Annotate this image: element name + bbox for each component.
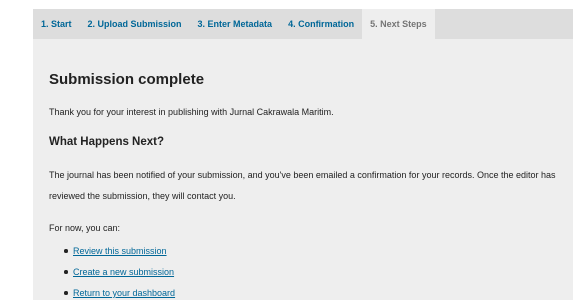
next-steps-heading: What Happens Next? — [49, 136, 165, 148]
create-submission-link[interactable]: Create a new submission — [73, 267, 174, 277]
next-steps-description: The journal has been notified of your su… — [49, 170, 556, 201]
wizard-tab-bar: 1. Start 2. Upload Submission 3. Enter M… — [33, 9, 573, 39]
tab-start[interactable]: 1. Start — [33, 9, 80, 39]
tab-confirmation[interactable]: 4. Confirmation — [280, 9, 362, 39]
list-item: Return to your dashboard — [49, 287, 175, 308]
page-title: Submission complete — [49, 71, 205, 88]
for-now-text: For now, you can: — [49, 223, 121, 233]
list-item: Create a new submission — [49, 266, 175, 287]
return-dashboard-link[interactable]: Return to your dashboard — [73, 288, 175, 298]
tab-next-steps[interactable]: 5. Next Steps — [362, 9, 435, 39]
review-submission-link[interactable]: Review this submission — [73, 246, 167, 256]
thank-you-text: Thank you for your interest in publishin… — [49, 107, 334, 117]
page: 1. Start 2. Upload Submission 3. Enter M… — [0, 0, 573, 300]
content-panel: Submission complete Thank you for your i… — [33, 39, 573, 300]
tab-upload-submission[interactable]: 2. Upload Submission — [80, 9, 190, 39]
next-actions-list: Review this submission Create a new subm… — [49, 245, 175, 308]
tab-enter-metadata[interactable]: 3. Enter Metadata — [190, 9, 281, 39]
list-item: Review this submission — [49, 245, 175, 266]
